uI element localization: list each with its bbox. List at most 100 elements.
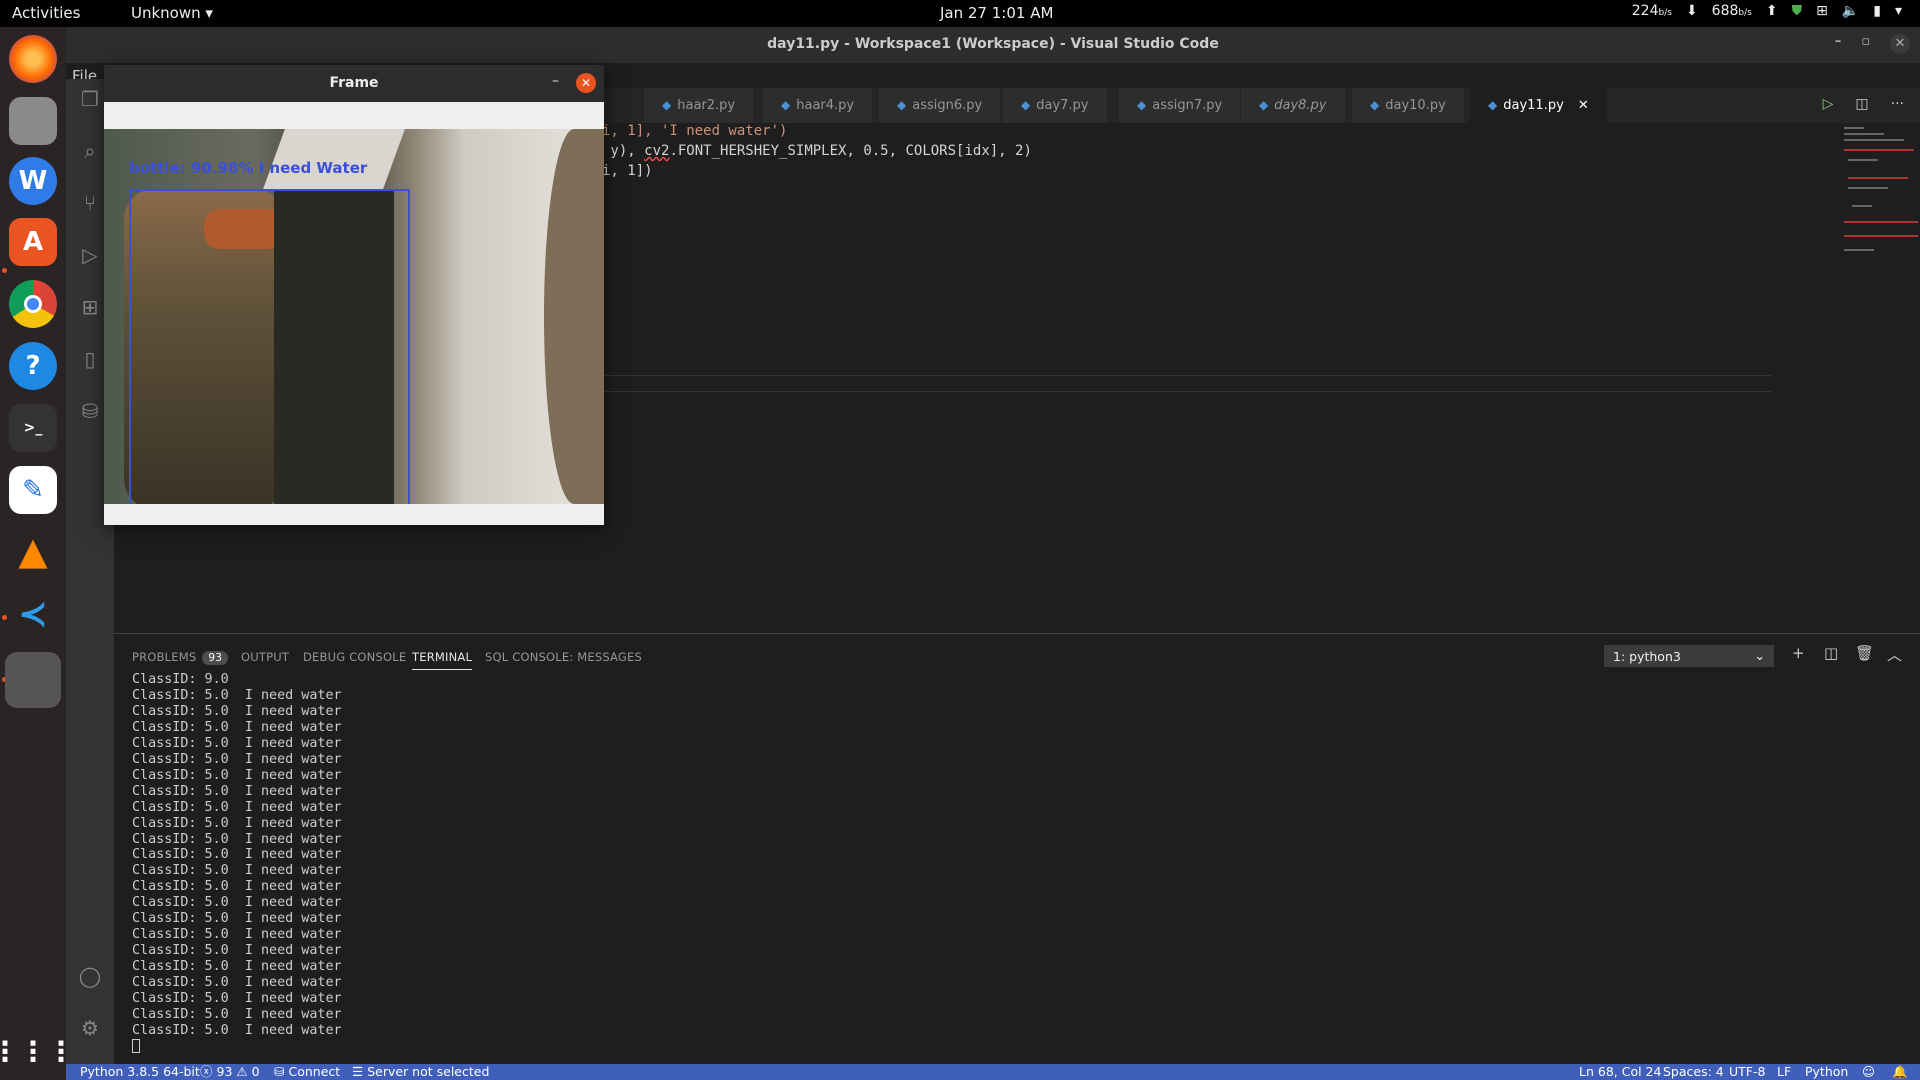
run-debug-icon[interactable]: ▷	[78, 243, 102, 267]
extensions-icon[interactable]: ⊞	[78, 295, 102, 319]
tab-sql-console[interactable]: SQL CONSOLE: MESSAGES	[485, 650, 642, 664]
clock[interactable]: Jan 27 1:01 AM	[940, 4, 1053, 22]
chrome-icon[interactable]	[9, 280, 57, 328]
terminal-line: ClassID: 5.0 I need water	[132, 975, 342, 991]
terminal-line: ClassID: 5.0 I need water	[132, 767, 342, 783]
terminal-line: ClassID: 5.0 I need water	[132, 735, 342, 751]
end-of-line[interactable]: LF	[1777, 1064, 1791, 1080]
tab-day11[interactable]: ◆ day11.py ✕	[1470, 88, 1608, 123]
app-menu[interactable]: Unknown ▾	[131, 4, 213, 22]
close-tab-icon[interactable]: ✕	[1578, 98, 1589, 113]
code-line: y), cv2.FONT_HERSHEY_SIMPLEX, 0.5, COLOR…	[602, 143, 1032, 159]
show-apps-icon[interactable]: ⋮⋮⋮	[0, 1027, 75, 1075]
python-file-icon: ◆	[1021, 98, 1031, 112]
bottom-panel: PROBLEMS 93 OUTPUT DEBUG CONSOLE TERMINAL…	[114, 633, 1920, 1064]
split-editor-icon[interactable]: ◫	[1855, 96, 1868, 112]
frame-title: Frame	[329, 75, 379, 91]
terminal-line: ClassID: 5.0 I need water	[132, 879, 342, 895]
minimize-icon[interactable]: –	[1835, 34, 1842, 54]
python-file-icon: ◆	[1259, 98, 1269, 112]
tab-day10[interactable]: ◆ day10.py	[1352, 88, 1465, 123]
terminal-line: ClassID: 5.0 I need water	[132, 959, 342, 975]
tab-assign7[interactable]: ◆ assign7.py	[1119, 88, 1242, 123]
connect-status[interactable]: ⛁ Connect	[274, 1064, 340, 1080]
volume-icon[interactable]: 🔈	[1842, 3, 1859, 19]
activities-button[interactable]: Activities	[12, 4, 80, 22]
tab-debug-console[interactable]: DEBUG CONSOLE	[303, 650, 406, 664]
terminal-line: ClassID: 5.0 I need water	[132, 911, 342, 927]
window-title: day11.py - Workspace1 (Workspace) - Visu…	[767, 36, 1219, 52]
terminal-select[interactable]: 1: python3 ⌄	[1604, 645, 1774, 667]
frame-title-bar[interactable]: Frame – ✕	[104, 65, 604, 102]
divider	[602, 375, 1772, 376]
tab-haar4[interactable]: ◆ haar4.py	[763, 88, 874, 123]
cursor-position[interactable]: Ln 68, Col 24	[1579, 1064, 1661, 1080]
chevron-down-icon[interactable]: ▾	[1895, 3, 1902, 19]
firefox-icon[interactable]	[9, 35, 57, 83]
close-icon[interactable]: ✕	[576, 73, 596, 93]
trash-icon[interactable]: 🗑	[1855, 644, 1874, 662]
maximize-panel-icon[interactable]: ︿	[1887, 644, 1902, 665]
camera-image: bottle: 90.98% I need Water	[104, 129, 604, 504]
bookmark-icon[interactable]: ▯	[78, 347, 102, 371]
net-down-speed: 224b/s	[1631, 3, 1672, 19]
terminal-line: ClassID: 5.0 I need water	[132, 799, 342, 815]
maximize-icon[interactable]: ▫	[1861, 34, 1870, 54]
terminal-icon[interactable]: >_	[9, 404, 57, 452]
system-tray[interactable]: 224b/s ⬇ 688b/s ⬆ ⛊ ⊞ 🔈 ▮ ▾	[1632, 3, 1902, 19]
text-editor-icon[interactable]: ✎	[9, 466, 57, 514]
files-icon[interactable]	[9, 97, 57, 145]
battery-icon[interactable]: ▮	[1873, 3, 1881, 19]
tab-output[interactable]: OUTPUT	[241, 650, 289, 664]
new-terminal-icon[interactable]: +	[1792, 644, 1805, 662]
server-status[interactable]: ☰ Server not selected	[352, 1064, 489, 1080]
minimize-icon[interactable]: –	[552, 73, 559, 89]
software-center-icon[interactable]: A	[9, 218, 57, 266]
terminal-line: ClassID: 5.0 I need water	[132, 991, 342, 1007]
net-up-speed: 688b/s	[1711, 3, 1752, 19]
tab-assign6[interactable]: ◆ assign6.py	[879, 88, 1002, 123]
wps-writer-icon[interactable]: W	[9, 157, 57, 205]
close-icon[interactable]: ✕	[1890, 34, 1910, 54]
split-terminal-icon[interactable]: ◫	[1824, 644, 1838, 662]
indentation[interactable]: Spaces: 4	[1663, 1064, 1724, 1080]
bell-icon[interactable]: 🔔	[1892, 1064, 1908, 1080]
vscode-icon[interactable]: ≺	[9, 590, 57, 638]
terminal-cursor	[132, 1038, 342, 1055]
gnome-top-bar: Activities Unknown ▾ Jan 27 1:01 AM 224b…	[0, 0, 1920, 27]
explorer-icon[interactable]: ❐	[78, 87, 102, 111]
terminal-line: ClassID: 5.0 I need water	[132, 1022, 342, 1038]
network-icon[interactable]: ⊞	[1816, 3, 1828, 19]
gear-icon[interactable]: ⚙	[78, 1016, 102, 1040]
run-icon[interactable]: ▷	[1823, 96, 1834, 112]
terminal-output[interactable]: ClassID: 9.0 ClassID: 5.0 I need water Cla…	[132, 672, 342, 1055]
vlc-icon[interactable]: ▲	[9, 527, 57, 575]
help-icon[interactable]: ?	[9, 342, 57, 390]
search-icon[interactable]: ⌕	[78, 139, 102, 163]
error-icon: ⓧ	[200, 1064, 213, 1079]
shield-icon[interactable]: ⛊	[1792, 3, 1803, 19]
more-actions-icon[interactable]: ···	[1891, 96, 1904, 112]
python-interpreter[interactable]: Python 3.8.5 64-bit	[80, 1064, 200, 1080]
language-mode[interactable]: Python	[1805, 1064, 1848, 1080]
tab-problems[interactable]: PROBLEMS 93	[132, 650, 229, 665]
terminal-line: ClassID: 9.0	[132, 672, 229, 687]
account-icon[interactable]: ◯	[78, 964, 102, 988]
frame-window: Frame – ✕ bottle: 90.98% I need Water	[104, 65, 604, 525]
terminal-line: ClassID: 5.0 I need water	[132, 847, 342, 863]
detection-bounding-box	[129, 189, 410, 504]
feedback-icon[interactable]: ☺	[1862, 1064, 1875, 1080]
database-icon[interactable]: ⛁	[78, 399, 102, 423]
tab-terminal[interactable]: TERMINAL	[412, 650, 473, 670]
frame-window-icon[interactable]	[5, 652, 61, 708]
tab-day8[interactable]: ◆ day8.py	[1241, 88, 1346, 123]
source-control-icon[interactable]: ⑂	[78, 191, 102, 215]
divider	[602, 391, 1772, 392]
tab-haar2[interactable]: ◆ haar2.py	[644, 88, 755, 123]
minimap[interactable]	[1840, 125, 1920, 265]
problems-status[interactable]: ⓧ 93 ⚠ 0	[200, 1064, 260, 1080]
tab-day7[interactable]: ◆ day7.py	[1003, 88, 1108, 123]
encoding[interactable]: UTF-8	[1729, 1064, 1765, 1080]
terminal-line: ClassID: 5.0 I need water	[132, 687, 342, 703]
title-bar: day11.py - Workspace1 (Workspace) - Visu…	[66, 27, 1920, 63]
